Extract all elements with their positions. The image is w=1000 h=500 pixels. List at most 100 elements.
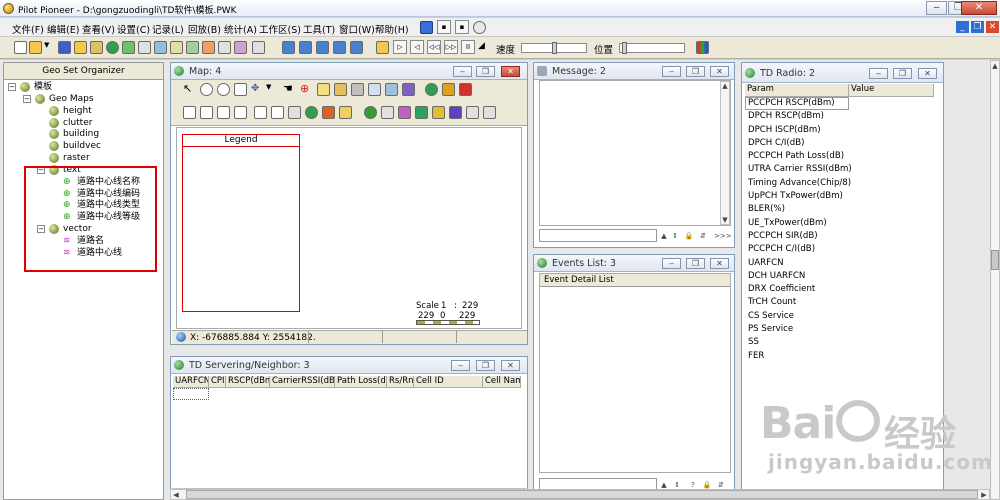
folder-icon[interactable] <box>74 41 87 54</box>
list-icon[interactable] <box>218 41 231 54</box>
ruler-icon[interactable] <box>317 83 330 96</box>
refresh-icon[interactable] <box>364 106 377 119</box>
column-header[interactable]: Cell Name <box>483 376 521 388</box>
save-icon[interactable] <box>58 41 71 54</box>
radio-param-row[interactable]: PCCPCH RSCP(dBm) <box>748 97 852 110</box>
column-header-param[interactable]: Param <box>745 84 849 97</box>
zoom-in-icon[interactable] <box>200 83 213 96</box>
shape-icon[interactable] <box>254 106 267 119</box>
radio-param-row[interactable]: DPCH C/I(dB) <box>748 137 852 150</box>
play-button[interactable]: ▷ <box>393 40 407 54</box>
marker-icon[interactable] <box>459 83 472 96</box>
table-icon[interactable] <box>170 41 183 54</box>
message-scrollbar[interactable] <box>720 81 730 225</box>
zoom-out-icon[interactable] <box>217 83 230 96</box>
pan-icon[interactable]: ✥ <box>251 83 264 96</box>
radio-param-row[interactable]: UE_TxPower(dBm) <box>748 217 852 230</box>
grid-icon[interactable] <box>288 106 301 119</box>
rewind-button[interactable]: ◁◁ <box>427 40 441 54</box>
export-icon[interactable] <box>322 106 335 119</box>
close-button[interactable]: ✕ <box>710 258 729 269</box>
map-icon[interactable] <box>186 41 199 54</box>
menu-tools[interactable]: 工具(T) <box>303 22 335 36</box>
scroll-thumb[interactable] <box>991 250 999 270</box>
radio-param-row[interactable]: DCH UARFCN <box>748 270 852 283</box>
analysis-icon[interactable] <box>234 41 247 54</box>
image-icon[interactable] <box>271 106 284 119</box>
select-icon[interactable] <box>334 83 347 96</box>
restore-button[interactable]: ❐ <box>476 360 495 371</box>
radio-param-row[interactable]: UARFCN <box>748 257 852 270</box>
connect-icon[interactable] <box>420 21 433 34</box>
label-icon[interactable] <box>368 83 381 96</box>
settings-tool-icon[interactable] <box>339 106 352 119</box>
legend-icon[interactable] <box>402 83 415 96</box>
minimize-button[interactable]: ‒ <box>451 360 470 371</box>
menu-workspace[interactable]: 工作区(S) <box>259 22 301 36</box>
close-button[interactable]: ✕ <box>501 360 520 371</box>
restore-button[interactable]: ❐ <box>686 258 705 269</box>
close-button[interactable]: ✕ <box>918 68 937 79</box>
hscroll-thumb[interactable] <box>186 490 978 499</box>
column-header-value[interactable]: Value <box>849 84 934 97</box>
child-minimize-icon[interactable]: _ <box>956 21 969 33</box>
tree-layer-buildvec[interactable]: buildvec <box>63 141 101 152</box>
dropdown-arrow-icon[interactable]: ▼ <box>266 83 279 96</box>
open-log-icon[interactable] <box>376 41 389 54</box>
lock-icon[interactable]: 🔒 <box>684 231 694 241</box>
filter-icon[interactable] <box>466 106 479 119</box>
radio-param-row[interactable]: SS <box>748 336 852 349</box>
menu-view[interactable]: 查看(V) <box>82 22 115 36</box>
radio-param-row[interactable]: CS Service <box>748 310 852 323</box>
scroll-up-icon[interactable]: ▲ <box>720 81 730 91</box>
play-icon[interactable]: ▪ <box>437 20 451 34</box>
column-header[interactable]: Cell ID <box>414 376 483 388</box>
site-icon[interactable] <box>425 83 438 96</box>
child-restore-icon[interactable]: ❐ <box>971 21 984 33</box>
column-header[interactable]: RSCP(dBm) <box>226 376 270 388</box>
child-close-icon[interactable]: ✕ <box>986 21 999 33</box>
hand-icon[interactable]: ☚ <box>283 83 296 96</box>
split-icon[interactable] <box>316 41 329 54</box>
menu-replay[interactable]: 回放(B) <box>188 22 221 36</box>
tile-icon[interactable] <box>282 41 295 54</box>
column-header[interactable]: CPI <box>209 376 226 388</box>
graph-icon[interactable] <box>154 41 167 54</box>
main-vscrollbar[interactable] <box>990 60 1000 500</box>
events-title-bar[interactable]: Events List: 3 ‒ ❐ ✕ <box>534 255 734 272</box>
workspace-icon[interactable] <box>90 41 103 54</box>
radio-param-row[interactable]: BLER(%) <box>748 203 852 216</box>
map-title-bar[interactable]: Map: 4 ‒ ❐ ✕ <box>171 63 527 80</box>
text-tool-icon[interactable] <box>234 106 247 119</box>
tree-layer-height[interactable]: height <box>63 106 92 117</box>
zoom-box-icon[interactable] <box>234 83 247 96</box>
scroll-right-icon[interactable]: ▶ <box>979 490 989 500</box>
radio-param-row[interactable]: Timing Advance(Chip/8) <box>748 177 852 190</box>
chart-icon[interactable] <box>138 41 151 54</box>
pointer-icon[interactable]: ↖ <box>183 83 196 96</box>
measure-icon[interactable] <box>351 83 364 96</box>
radio-param-row[interactable]: TrCH Count <box>748 296 852 309</box>
new-file-icon[interactable] <box>14 41 27 54</box>
region-icon[interactable] <box>217 106 230 119</box>
theme-icon[interactable] <box>432 106 445 119</box>
message-list[interactable] <box>539 80 731 226</box>
open-folder-icon[interactable] <box>29 41 42 54</box>
layers-icon[interactable] <box>415 106 428 119</box>
menu-settings[interactable]: 设置(C) <box>117 22 150 36</box>
message-title-bar[interactable]: Message: 2 ‒ ❐ ✕ <box>534 63 734 80</box>
list-tool-icon[interactable] <box>381 106 394 119</box>
arrange-icon[interactable] <box>333 41 346 54</box>
menu-record[interactable]: 记录(L) <box>152 22 184 36</box>
report-icon[interactable] <box>202 41 215 54</box>
close-button[interactable]: ✕ <box>710 66 729 77</box>
step-back-button[interactable]: ◁ <box>410 40 424 54</box>
radio-param-row[interactable]: UTRA Carrier RSSI(dBm) <box>748 163 852 176</box>
menu-edit[interactable]: 编辑(E) <box>47 22 79 36</box>
minimize-button[interactable]: ‒ <box>869 68 888 79</box>
sort-icon[interactable]: ⇵ <box>698 231 708 241</box>
radio-param-row[interactable]: PCCPCH SIR(dB) <box>748 230 852 243</box>
column-header[interactable]: UARFCN <box>173 376 209 388</box>
layout-icon[interactable] <box>350 41 363 54</box>
color-palette-icon[interactable] <box>696 41 709 54</box>
